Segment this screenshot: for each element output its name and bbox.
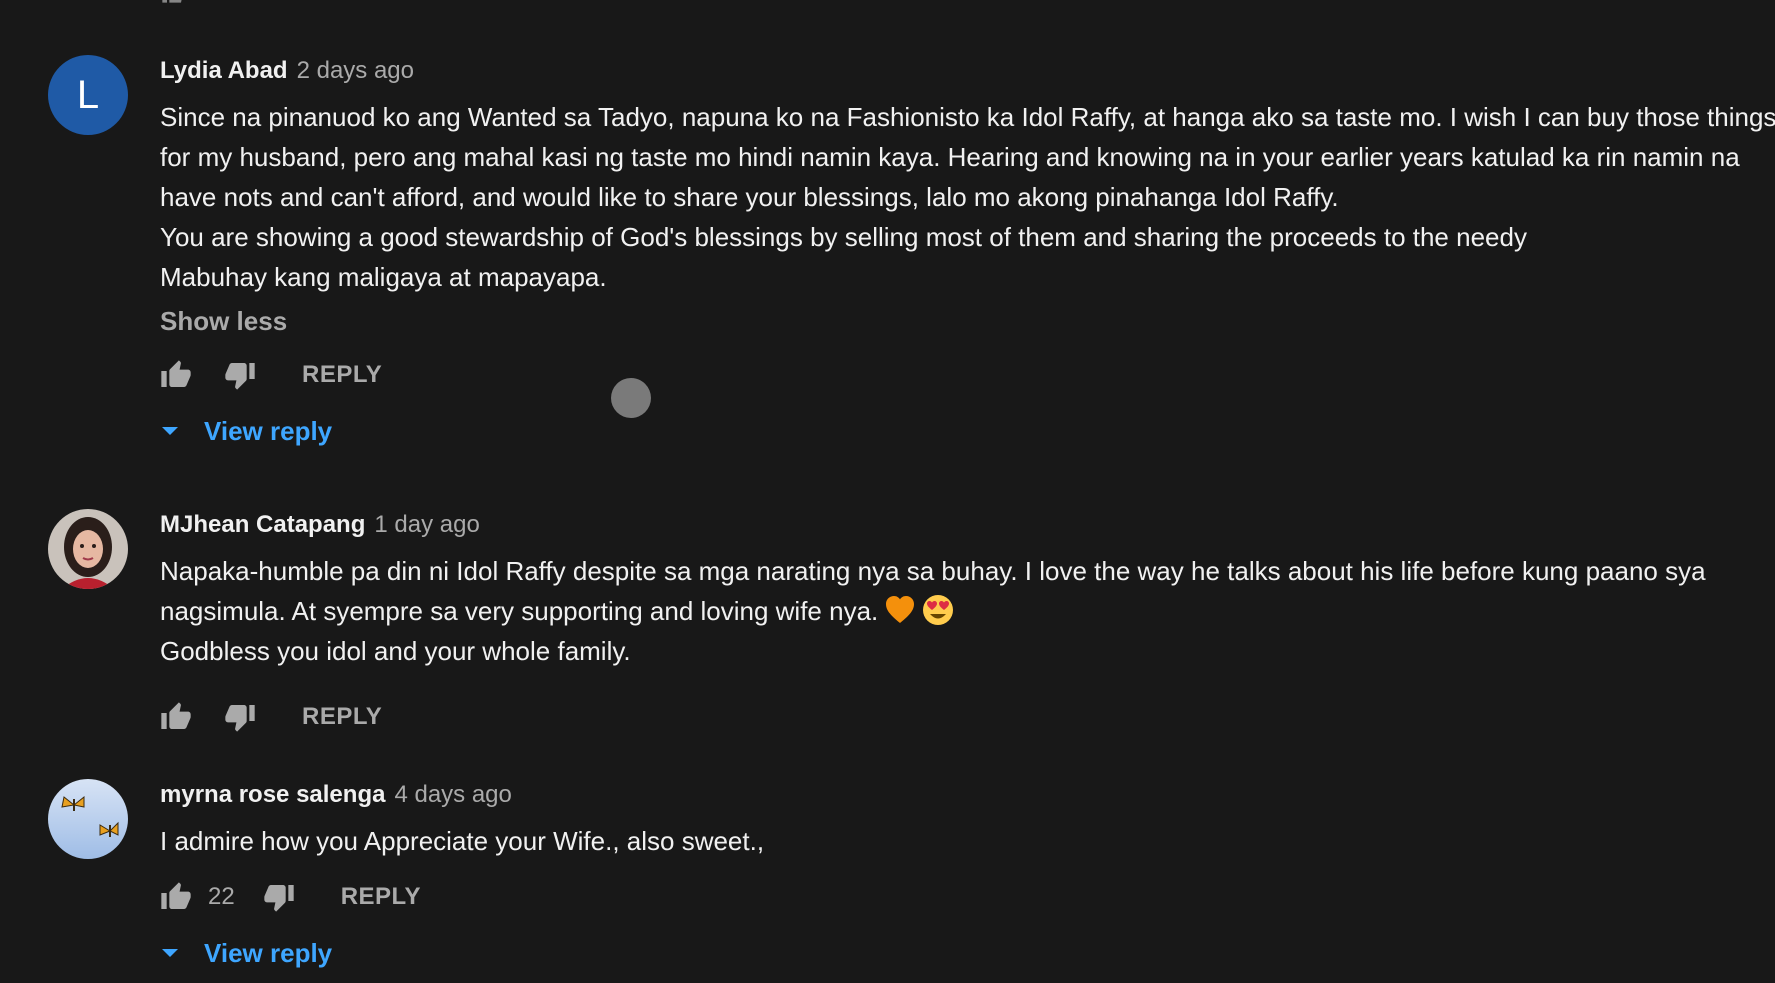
comment-author[interactable]: myrna rose salenga [160, 781, 385, 809]
thumbs-up-icon[interactable] [160, 881, 192, 913]
comment-time[interactable]: 1 day ago [374, 511, 479, 539]
thumbs-down-icon[interactable] [224, 701, 256, 733]
thumbs-down-icon[interactable] [224, 359, 256, 391]
thumbs-down-icon[interactable] [226, 0, 254, 6]
like-count: 22 [208, 883, 235, 910]
caret-down-icon [162, 427, 178, 435]
view-reply-button[interactable]: View reply [160, 933, 1775, 973]
thumbs-up-icon[interactable] [160, 359, 192, 391]
reply-button[interactable]: REPLY [341, 883, 421, 911]
view-reply-label: View reply [204, 415, 333, 446]
touch-cursor-indicator [611, 378, 651, 418]
avatar[interactable] [48, 509, 128, 589]
reply-button[interactable]: REPLY [302, 703, 382, 731]
heart-eyes-emoji-icon [923, 595, 954, 625]
comment-text-line2: Godbless you idol and your whole family. [160, 636, 631, 666]
comment-author[interactable]: MJhean Catapang [160, 511, 365, 539]
orange-heart-icon [886, 596, 915, 623]
caret-down-icon [162, 949, 178, 957]
avatar[interactable] [48, 779, 128, 859]
previous-comment-actions [160, 0, 254, 6]
thumbs-down-icon[interactable] [263, 881, 295, 913]
comment-time[interactable]: 2 days ago [297, 57, 414, 85]
comments-section: L Lydia Abad 2 days ago Since na pinanuo… [0, 0, 1775, 983]
thumbs-up-icon[interactable] [160, 0, 188, 6]
view-reply-button[interactable]: View reply [160, 411, 1775, 451]
comment-text: Napaka-humble pa din ni Idol Raffy despi… [160, 551, 1775, 671]
avatar[interactable]: L [48, 55, 128, 135]
reply-button[interactable]: REPLY [302, 361, 382, 389]
comment-author[interactable]: Lydia Abad [160, 57, 288, 85]
comment-text: I admire how you Appreciate your Wife., … [160, 826, 765, 856]
thumbs-up-icon[interactable] [160, 701, 192, 733]
view-reply-label: View reply [204, 937, 333, 968]
show-less-button[interactable]: Show less [160, 301, 1775, 341]
comment-time[interactable]: 4 days ago [394, 781, 511, 809]
comment-text: Since na pinanuod ko ang Wanted sa Tadyo… [160, 102, 1775, 292]
